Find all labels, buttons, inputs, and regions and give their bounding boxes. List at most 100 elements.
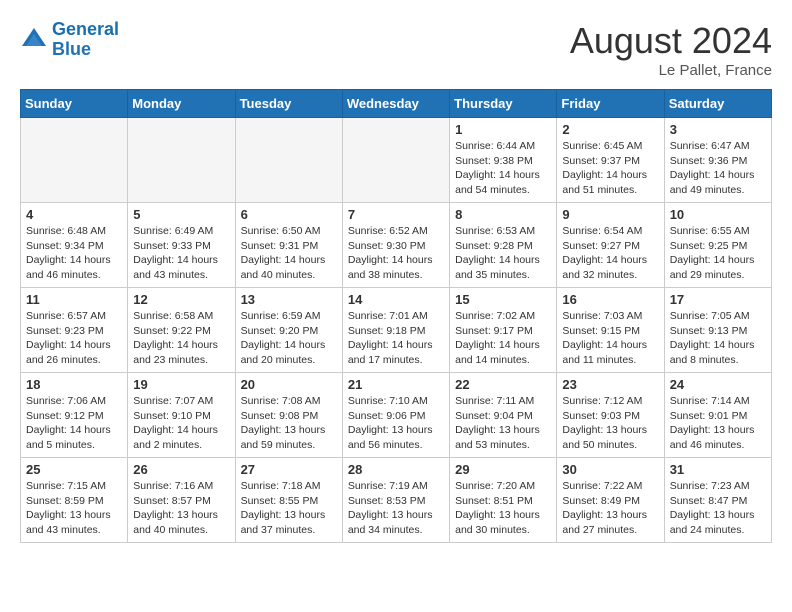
calendar-cell: 27 Sunrise: 7:18 AMSunset: 8:55 PMDayligh…: [235, 458, 342, 543]
day-info: Sunrise: 6:55 AMSunset: 9:25 PMDaylight:…: [670, 224, 766, 283]
weekday-header-tuesday: Tuesday: [235, 90, 342, 118]
calendar-cell: 3 Sunrise: 6:47 AMSunset: 9:36 PMDaylight…: [664, 118, 771, 203]
day-number: 25: [26, 462, 122, 477]
day-info: Sunrise: 6:58 AMSunset: 9:22 PMDaylight:…: [133, 309, 229, 368]
page-header: General Blue August 2024 Le Pallet, Fran…: [20, 20, 772, 79]
day-info: Sunrise: 7:07 AMSunset: 9:10 PMDaylight:…: [133, 394, 229, 453]
calendar-cell: 12 Sunrise: 6:58 AMSunset: 9:22 PMDayligh…: [128, 288, 235, 373]
calendar-cell: 19Sunrise: 7:07 AMSunset: 9:10 PMDayligh…: [128, 373, 235, 458]
day-number: 18: [26, 377, 122, 392]
day-number: 13: [241, 292, 337, 307]
day-info: Sunrise: 7:05 AMSunset: 9:13 PMDaylight:…: [670, 309, 766, 368]
week-row-2: 4 Sunrise: 6:48 AMSunset: 9:34 PMDaylight…: [21, 203, 772, 288]
calendar-cell: 13 Sunrise: 6:59 AMSunset: 9:20 PMDayligh…: [235, 288, 342, 373]
day-info: Sunrise: 7:20 AMSunset: 8:51 PMDaylight:…: [455, 479, 551, 538]
day-info: Sunrise: 7:18 AMSunset: 8:55 PMDaylight:…: [241, 479, 337, 538]
day-info: Sunrise: 6:59 AMSunset: 9:20 PMDaylight:…: [241, 309, 337, 368]
day-number: 3: [670, 122, 766, 137]
calendar-cell: 23Sunrise: 7:12 AMSunset: 9:03 PMDayligh…: [557, 373, 664, 458]
calendar-cell: 8 Sunrise: 6:53 AMSunset: 9:28 PMDaylight…: [450, 203, 557, 288]
day-info: Sunrise: 6:49 AMSunset: 9:33 PMDaylight:…: [133, 224, 229, 283]
day-info: Sunrise: 6:47 AMSunset: 9:36 PMDaylight:…: [670, 139, 766, 198]
logo-general: General: [52, 19, 119, 39]
weekday-header-saturday: Saturday: [664, 90, 771, 118]
weekday-header-wednesday: Wednesday: [342, 90, 449, 118]
calendar-cell: 22Sunrise: 7:11 AMSunset: 9:04 PMDayligh…: [450, 373, 557, 458]
calendar-cell: 9Sunrise: 6:54 AMSunset: 9:27 PMDaylight…: [557, 203, 664, 288]
day-number: 24: [670, 377, 766, 392]
day-info: Sunrise: 6:52 AMSunset: 9:30 PMDaylight:…: [348, 224, 444, 283]
day-info: Sunrise: 7:10 AMSunset: 9:06 PMDaylight:…: [348, 394, 444, 453]
calendar-cell: 1 Sunrise: 6:44 AMSunset: 9:38 PMDaylight…: [450, 118, 557, 203]
calendar-cell: 24Sunrise: 7:14 AMSunset: 9:01 PMDayligh…: [664, 373, 771, 458]
week-row-4: 18 Sunrise: 7:06 AMSunset: 9:12 PMDayligh…: [21, 373, 772, 458]
calendar-cell: 2 Sunrise: 6:45 AMSunset: 9:37 PMDaylight…: [557, 118, 664, 203]
day-info: Sunrise: 7:22 AMSunset: 8:49 PMDaylight:…: [562, 479, 658, 538]
day-number: 2: [562, 122, 658, 137]
calendar-cell: 14 Sunrise: 7:01 AMSunset: 9:18 PMDayligh…: [342, 288, 449, 373]
calendar-cell: 21Sunrise: 7:10 AMSunset: 9:06 PMDayligh…: [342, 373, 449, 458]
day-info: Sunrise: 6:44 AMSunset: 9:38 PMDaylight:…: [455, 139, 551, 198]
weekday-header-sunday: Sunday: [21, 90, 128, 118]
week-row-3: 11 Sunrise: 6:57 AMSunset: 9:23 PMDayligh…: [21, 288, 772, 373]
day-number: 1: [455, 122, 551, 137]
calendar-cell: 17 Sunrise: 7:05 AMSunset: 9:13 PMDayligh…: [664, 288, 771, 373]
calendar-cell: 30 Sunrise: 7:22 AMSunset: 8:49 PMDayligh…: [557, 458, 664, 543]
calendar-cell: [342, 118, 449, 203]
day-number: 26: [133, 462, 229, 477]
calendar-cell: [128, 118, 235, 203]
day-info: Sunrise: 7:01 AMSunset: 9:18 PMDaylight:…: [348, 309, 444, 368]
day-number: 31: [670, 462, 766, 477]
calendar-cell: 20Sunrise: 7:08 AMSunset: 9:08 PMDayligh…: [235, 373, 342, 458]
month-title: August 2024: [570, 20, 772, 62]
day-number: 20: [241, 377, 337, 392]
day-number: 28: [348, 462, 444, 477]
day-number: 30: [562, 462, 658, 477]
calendar-cell: 5 Sunrise: 6:49 AMSunset: 9:33 PMDaylight…: [128, 203, 235, 288]
day-info: Sunrise: 7:19 AMSunset: 8:53 PMDaylight:…: [348, 479, 444, 538]
day-info: Sunrise: 7:06 AMSunset: 9:12 PMDaylight:…: [26, 394, 122, 453]
day-info: Sunrise: 6:57 AMSunset: 9:23 PMDaylight:…: [26, 309, 122, 368]
day-info: Sunrise: 7:23 AMSunset: 8:47 PMDaylight:…: [670, 479, 766, 538]
calendar-cell: 15Sunrise: 7:02 AMSunset: 9:17 PMDayligh…: [450, 288, 557, 373]
day-number: 17: [670, 292, 766, 307]
day-info: Sunrise: 7:16 AMSunset: 8:57 PMDaylight:…: [133, 479, 229, 538]
day-number: 5: [133, 207, 229, 222]
calendar-cell: [21, 118, 128, 203]
day-number: 22: [455, 377, 551, 392]
day-info: Sunrise: 6:48 AMSunset: 9:34 PMDaylight:…: [26, 224, 122, 283]
calendar-cell: 28 Sunrise: 7:19 AMSunset: 8:53 PMDayligh…: [342, 458, 449, 543]
calendar-cell: 18 Sunrise: 7:06 AMSunset: 9:12 PMDayligh…: [21, 373, 128, 458]
calendar-table: SundayMondayTuesdayWednesdayThursdayFrid…: [20, 89, 772, 543]
day-number: 4: [26, 207, 122, 222]
day-info: Sunrise: 6:54 AMSunset: 9:27 PMDaylight:…: [562, 224, 658, 283]
logo-icon: [20, 26, 48, 54]
day-number: 14: [348, 292, 444, 307]
day-number: 12: [133, 292, 229, 307]
calendar-cell: 25Sunrise: 7:15 AMSunset: 8:59 PMDayligh…: [21, 458, 128, 543]
day-info: Sunrise: 6:53 AMSunset: 9:28 PMDaylight:…: [455, 224, 551, 283]
week-row-1: 1 Sunrise: 6:44 AMSunset: 9:38 PMDaylight…: [21, 118, 772, 203]
title-block: August 2024 Le Pallet, France: [570, 20, 772, 79]
day-number: 27: [241, 462, 337, 477]
day-number: 7: [348, 207, 444, 222]
calendar-cell: 7 Sunrise: 6:52 AMSunset: 9:30 PMDaylight…: [342, 203, 449, 288]
day-number: 6: [241, 207, 337, 222]
day-number: 8: [455, 207, 551, 222]
day-info: Sunrise: 6:45 AMSunset: 9:37 PMDaylight:…: [562, 139, 658, 198]
calendar-cell: 11 Sunrise: 6:57 AMSunset: 9:23 PMDayligh…: [21, 288, 128, 373]
location: Le Pallet, France: [570, 62, 772, 79]
calendar-cell: 31 Sunrise: 7:23 AMSunset: 8:47 PMDayligh…: [664, 458, 771, 543]
logo-blue: Blue: [52, 39, 91, 59]
day-number: 11: [26, 292, 122, 307]
calendar-cell: 6Sunrise: 6:50 AMSunset: 9:31 PMDaylight…: [235, 203, 342, 288]
logo: General Blue: [20, 20, 119, 60]
logo-text: General Blue: [52, 20, 119, 60]
weekday-header-friday: Friday: [557, 90, 664, 118]
day-info: Sunrise: 7:02 AMSunset: 9:17 PMDaylight:…: [455, 309, 551, 368]
weekday-header-monday: Monday: [128, 90, 235, 118]
calendar-cell: 29Sunrise: 7:20 AMSunset: 8:51 PMDayligh…: [450, 458, 557, 543]
day-number: 10: [670, 207, 766, 222]
day-info: Sunrise: 7:03 AMSunset: 9:15 PMDaylight:…: [562, 309, 658, 368]
calendar-cell: [235, 118, 342, 203]
